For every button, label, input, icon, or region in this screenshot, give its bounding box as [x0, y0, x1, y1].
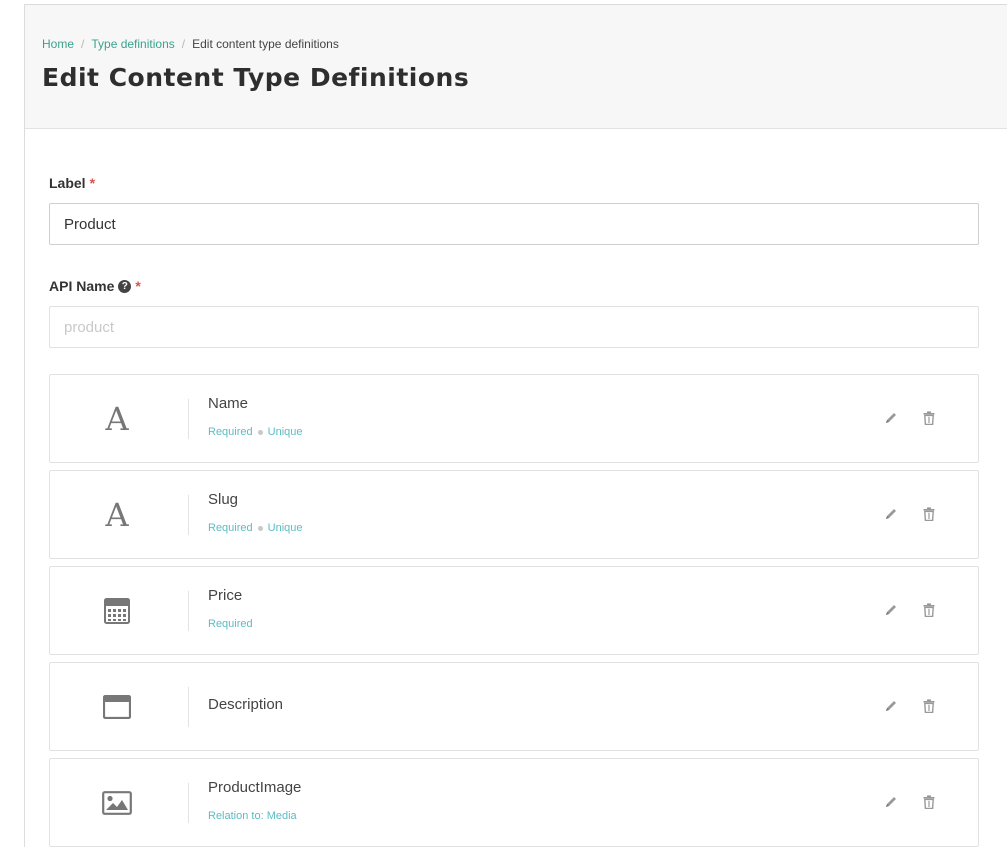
- field-name: Description: [208, 696, 284, 713]
- field-name: Price: [208, 587, 243, 604]
- trash-icon[interactable]: [922, 794, 936, 810]
- field-name: ProductImage: [208, 779, 302, 796]
- form-content: Label * API Name ? * A Name Required: [25, 129, 1007, 847]
- trash-icon[interactable]: [922, 506, 936, 522]
- field-card-slug[interactable]: A Slug Required Unique: [49, 470, 979, 559]
- field-card-description[interactable]: Description: [49, 662, 979, 751]
- divider: [188, 783, 189, 823]
- pencil-icon[interactable]: [884, 794, 898, 810]
- field-actions: [884, 410, 936, 426]
- unique-tag: Unique: [267, 426, 303, 438]
- required-asterisk: *: [89, 175, 96, 191]
- breadcrumb-separator: /: [181, 37, 186, 51]
- field-card-name[interactable]: A Name Required Unique: [49, 374, 979, 463]
- api-name-field-label: API Name ? *: [49, 276, 1007, 296]
- field-attributes: Required Unique: [208, 522, 303, 534]
- page-title: Edit Content Type Definitions: [42, 63, 470, 92]
- content-fields-list: A Name Required Unique A Slug Required U…: [49, 374, 1007, 847]
- breadcrumb-type-definitions-link[interactable]: Type definitions: [91, 37, 174, 51]
- pencil-icon[interactable]: [884, 506, 898, 522]
- label-field-group: Label *: [49, 173, 1007, 245]
- pencil-icon[interactable]: [884, 410, 898, 426]
- breadcrumb-current: Edit content type definitions: [192, 37, 339, 51]
- field-actions: [884, 506, 936, 522]
- help-icon[interactable]: ?: [118, 279, 132, 293]
- required-tag: Required: [208, 618, 253, 630]
- field-actions: [884, 602, 936, 618]
- calculator-icon: [97, 591, 137, 631]
- field-actions: [884, 794, 936, 810]
- trash-icon[interactable]: [922, 410, 936, 426]
- field-name: Slug: [208, 491, 239, 508]
- divider: [188, 687, 189, 727]
- text-icon: A: [105, 496, 129, 534]
- field-attributes: Relation to: Media: [208, 810, 297, 822]
- field-attributes: Required Unique: [208, 426, 303, 438]
- separator-dot: [257, 429, 263, 435]
- richtext-window-icon: [97, 687, 137, 727]
- divider: [188, 399, 189, 439]
- field-actions: [884, 698, 936, 714]
- page-header: Home / Type definitions / Edit content t…: [25, 5, 1007, 129]
- field-card-price[interactable]: Price Required: [49, 566, 979, 655]
- text-icon: A: [105, 400, 129, 438]
- divider: [188, 495, 189, 535]
- divider: [188, 591, 189, 631]
- trash-icon[interactable]: [922, 698, 936, 714]
- api-name-field-title: API Name: [49, 278, 115, 294]
- label-field-label: Label *: [49, 173, 1007, 193]
- label-field-title: Label: [49, 175, 86, 191]
- breadcrumb: Home / Type definitions / Edit content t…: [42, 37, 1007, 51]
- required-asterisk: *: [135, 278, 141, 294]
- label-input[interactable]: [49, 203, 979, 245]
- field-name: Name: [208, 395, 249, 412]
- field-attributes: Required: [208, 618, 253, 630]
- image-icon: [97, 783, 137, 823]
- separator-dot: [257, 525, 263, 531]
- breadcrumb-home-link[interactable]: Home: [42, 37, 74, 51]
- relation-tag: Relation to: Media: [208, 810, 297, 822]
- unique-tag: Unique: [267, 522, 303, 534]
- edit-content-type-panel: Home / Type definitions / Edit content t…: [24, 4, 1007, 847]
- api-name-field-group: API Name ? *: [49, 276, 1007, 348]
- breadcrumb-separator: /: [81, 37, 85, 51]
- field-card-productimage[interactable]: ProductImage Relation to: Media: [49, 758, 979, 847]
- required-tag: Required: [208, 522, 253, 534]
- pencil-icon[interactable]: [884, 698, 898, 714]
- required-tag: Required: [208, 426, 253, 438]
- trash-icon[interactable]: [922, 602, 936, 618]
- api-name-input[interactable]: [49, 306, 979, 348]
- pencil-icon[interactable]: [884, 602, 898, 618]
